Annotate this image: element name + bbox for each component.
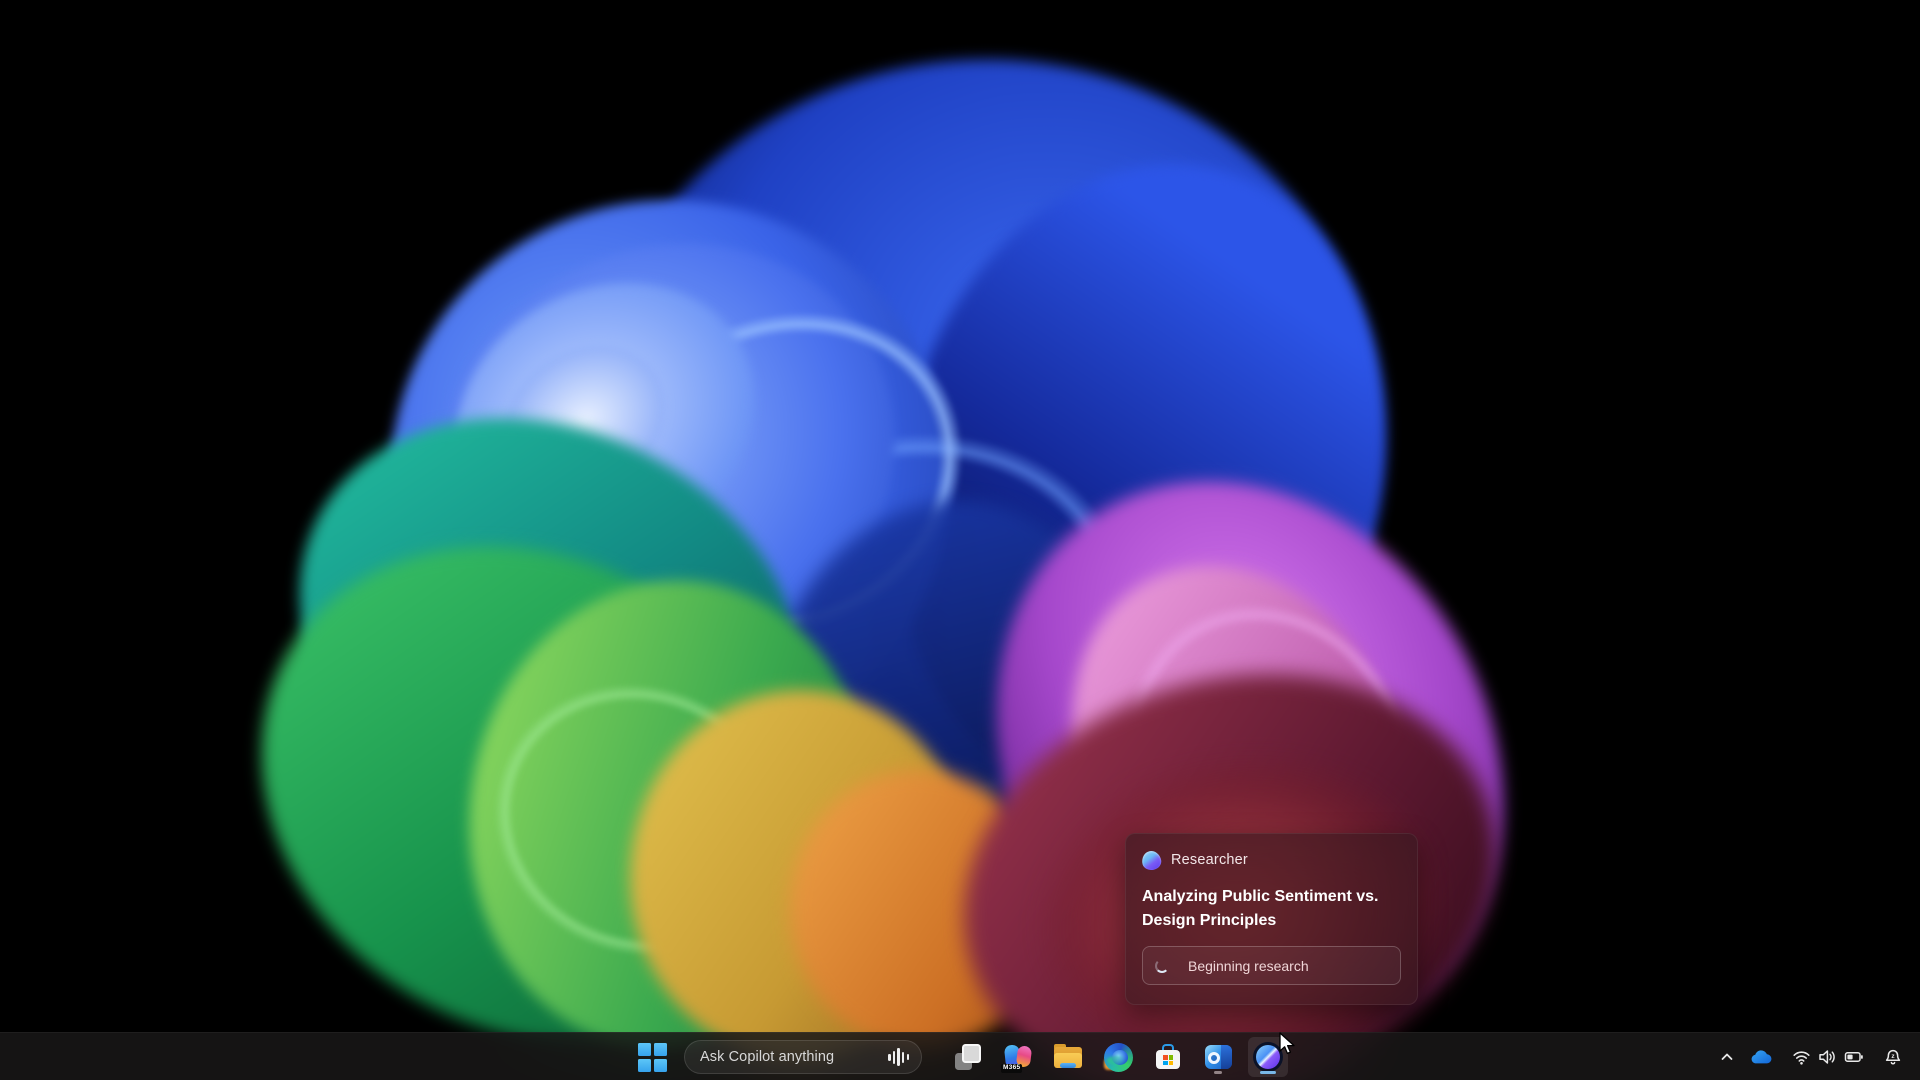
tray-notification-bell-button[interactable]: z xyxy=(1876,1037,1910,1077)
mouse-cursor xyxy=(1279,1032,1295,1055)
notification-app-name: Researcher xyxy=(1171,852,1248,868)
edge-button[interactable] xyxy=(1098,1037,1138,1077)
notification-progress-pill: Beginning research xyxy=(1142,946,1401,985)
outlook-icon xyxy=(1204,1043,1233,1071)
microsoft-store-button[interactable] xyxy=(1148,1037,1188,1077)
m365-badge: M365 xyxy=(1001,1063,1023,1073)
svg-text:z: z xyxy=(1891,1053,1895,1060)
onedrive-icon xyxy=(1751,1050,1772,1064)
notification-app-row: Researcher xyxy=(1140,848,1401,872)
desktop: Researcher Analyzing Public Sentiment vs… xyxy=(0,0,1920,1080)
notification-title: Analyzing Public Sentiment vs. Design Pr… xyxy=(1142,885,1401,933)
search-placeholder-text: Ask Copilot anything xyxy=(700,1049,835,1065)
battery-icon xyxy=(1844,1052,1863,1062)
desktop-wallpaper xyxy=(0,0,1920,1080)
file-explorer-button[interactable] xyxy=(1048,1037,1088,1077)
bell-dnd-icon: z xyxy=(1885,1049,1901,1065)
voice-input-icon[interactable] xyxy=(888,1047,909,1067)
task-view-icon xyxy=(955,1044,981,1070)
copilot-search-input[interactable]: Ask Copilot anything xyxy=(684,1040,922,1074)
notification-status-text: Beginning research xyxy=(1188,957,1309,974)
researcher-app-icon xyxy=(1140,848,1163,872)
tray-chevron-up-button[interactable] xyxy=(1712,1037,1742,1077)
m365-copilot-button[interactable]: M365 xyxy=(998,1037,1038,1077)
edge-icon xyxy=(1103,1042,1133,1072)
tray-onedrive-button[interactable] xyxy=(1746,1037,1780,1077)
windows-logo-icon xyxy=(637,1042,667,1072)
chevron-up-icon xyxy=(1721,1053,1733,1060)
tray-network-volume-battery-button[interactable] xyxy=(1784,1037,1872,1077)
task-view-button[interactable] xyxy=(948,1037,988,1077)
microsoft-store-icon xyxy=(1154,1043,1182,1071)
researcher-notification-card[interactable]: Researcher Analyzing Public Sentiment vs… xyxy=(1125,833,1418,1005)
wifi-icon xyxy=(1793,1051,1810,1065)
start-button[interactable] xyxy=(632,1037,672,1077)
taskbar-center-group: Ask Copilot anything M365 xyxy=(632,1033,1288,1080)
system-tray: z xyxy=(1712,1033,1910,1080)
taskbar-app-icons: M365 xyxy=(948,1037,1288,1077)
volume-icon xyxy=(1819,1050,1835,1064)
progress-spinner-icon xyxy=(1155,958,1169,973)
outlook-running-indicator xyxy=(1214,1071,1222,1074)
notification-title-line: Design Principles xyxy=(1142,912,1277,929)
file-explorer-icon xyxy=(1053,1042,1083,1072)
copilot-active-indicator xyxy=(1260,1071,1276,1074)
taskbar: Ask Copilot anything M365 z xyxy=(0,1032,1920,1080)
notification-title-line: Analyzing Public Sentiment vs. xyxy=(1142,888,1379,905)
outlook-button[interactable] xyxy=(1198,1037,1238,1077)
m365-copilot-icon: M365 xyxy=(1001,1042,1033,1073)
